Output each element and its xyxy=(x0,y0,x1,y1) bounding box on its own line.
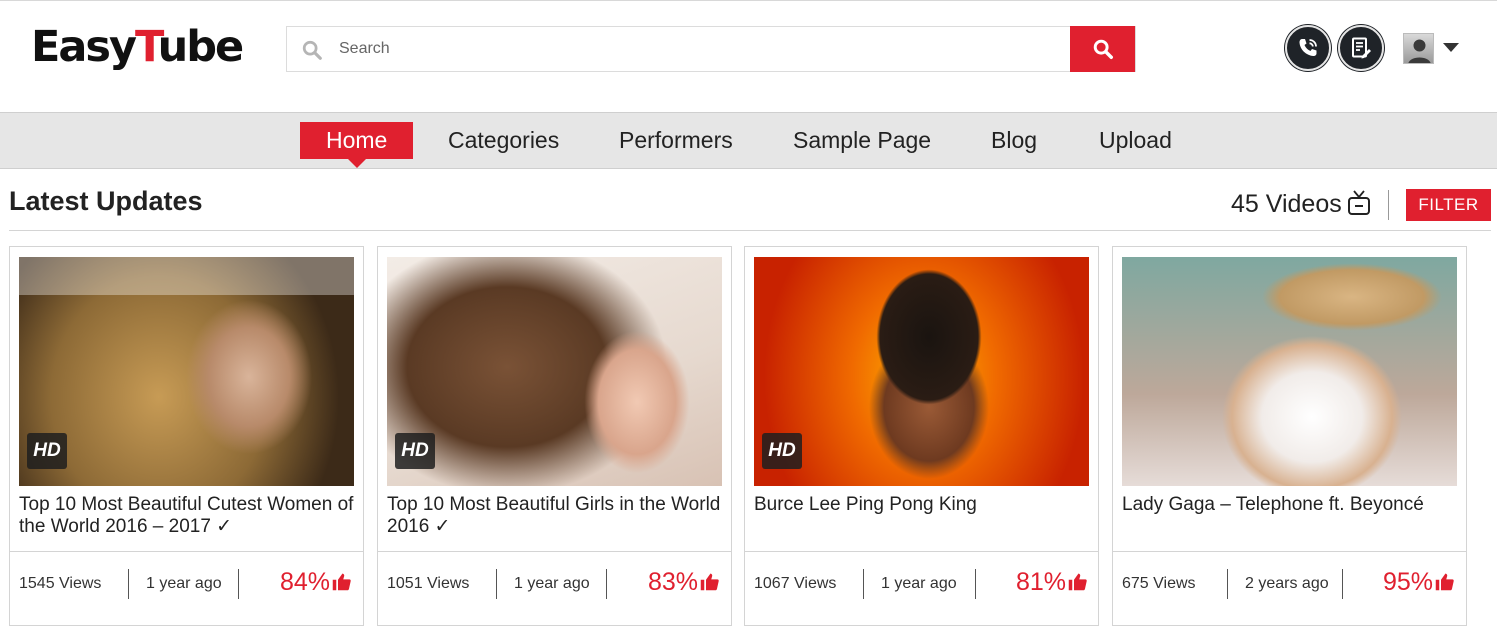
card-divider xyxy=(745,551,1098,552)
divider xyxy=(606,569,607,599)
search-input[interactable] xyxy=(339,27,1069,71)
thumbs-up-icon xyxy=(1435,573,1454,591)
video-thumbnail[interactable]: HD xyxy=(754,257,1089,486)
search-icon xyxy=(1093,39,1113,59)
document-button[interactable] xyxy=(1338,25,1384,71)
upload-age: 1 year ago xyxy=(881,575,957,592)
document-icon xyxy=(1352,37,1371,59)
thumbs-up-icon xyxy=(332,573,351,591)
divider xyxy=(238,569,239,599)
search-bar xyxy=(286,26,1136,72)
divider xyxy=(863,569,864,599)
card-divider xyxy=(378,551,731,552)
nav-item-blog[interactable]: Blog xyxy=(965,122,1063,159)
view-count: 675 Views xyxy=(1122,575,1196,592)
contact-call-button[interactable] xyxy=(1285,25,1331,71)
search-icon xyxy=(302,40,322,60)
rating-value: 84% xyxy=(280,568,331,596)
nav-item-performers[interactable]: Performers xyxy=(593,122,759,159)
divider xyxy=(1388,190,1389,220)
video-thumbnail[interactable] xyxy=(1122,257,1457,486)
view-count: 1545 Views xyxy=(19,575,102,592)
thumbs-up-icon xyxy=(1068,573,1087,591)
divider xyxy=(1342,569,1343,599)
main-nav: Home Categories Performers Sample Page B… xyxy=(0,112,1497,169)
divider xyxy=(975,569,976,599)
video-card[interactable]: HD Top 10 Most Beautiful Girls in the Wo… xyxy=(377,246,732,626)
video-title[interactable]: Burce Lee Ping Pong King xyxy=(754,494,1094,516)
upload-age: 2 years ago xyxy=(1245,575,1329,592)
nav-item-categories[interactable]: Categories xyxy=(422,122,585,159)
rating: 83% xyxy=(648,568,720,597)
upload-age: 1 year ago xyxy=(514,575,590,592)
video-card[interactable]: Lady Gaga – Telephone ft. Beyoncé 675 Vi… xyxy=(1112,246,1467,626)
video-title[interactable]: Lady Gaga – Telephone ft. Beyoncé xyxy=(1122,494,1462,516)
divider xyxy=(496,569,497,599)
video-card[interactable]: HD Burce Lee Ping Pong King 1067 Views 1… xyxy=(744,246,1099,626)
video-card[interactable]: HD Top 10 Most Beautiful Cutest Women of… xyxy=(9,246,364,626)
hd-badge: HD xyxy=(762,433,802,469)
view-count: 1067 Views xyxy=(754,575,837,592)
nav-item-home[interactable]: Home xyxy=(300,122,414,168)
nav-item-sample-page[interactable]: Sample Page xyxy=(767,122,957,159)
nav-item-upload[interactable]: Upload xyxy=(1073,122,1198,159)
video-title[interactable]: Top 10 Most Beautiful Girls in the World… xyxy=(387,494,727,538)
chevron-down-icon[interactable] xyxy=(1443,43,1459,52)
video-thumbnail[interactable]: HD xyxy=(19,257,354,486)
rating: 95% xyxy=(1383,568,1455,597)
upload-age: 1 year ago xyxy=(146,575,222,592)
divider xyxy=(1227,569,1228,599)
video-count: 45 Videos xyxy=(1231,190,1342,218)
user-avatar-icon[interactable] xyxy=(1403,33,1434,64)
rating-value: 81% xyxy=(1016,568,1067,596)
rating: 84% xyxy=(280,568,352,597)
view-count: 1051 Views xyxy=(387,575,470,592)
section-divider xyxy=(9,230,1491,231)
rating-value: 95% xyxy=(1383,568,1434,596)
phone-call-icon xyxy=(1299,39,1317,56)
hd-badge: HD xyxy=(27,433,67,469)
filter-button[interactable]: FILTER xyxy=(1406,189,1491,221)
video-thumbnail[interactable]: HD xyxy=(387,257,722,486)
card-divider xyxy=(10,551,363,552)
section-title: Latest Updates xyxy=(9,186,203,216)
hd-badge: HD xyxy=(395,433,435,469)
search-button[interactable] xyxy=(1070,26,1135,72)
thumbs-up-icon xyxy=(700,573,719,591)
tv-icon xyxy=(1348,190,1370,215)
divider xyxy=(128,569,129,599)
rating: 81% xyxy=(1016,568,1088,597)
site-logo[interactable]: EasyTube xyxy=(31,21,244,73)
card-divider xyxy=(1113,551,1466,552)
video-title[interactable]: Top 10 Most Beautiful Cutest Women of th… xyxy=(19,494,359,538)
rating-value: 83% xyxy=(648,568,699,596)
site-header: EasyTube xyxy=(0,1,1497,112)
